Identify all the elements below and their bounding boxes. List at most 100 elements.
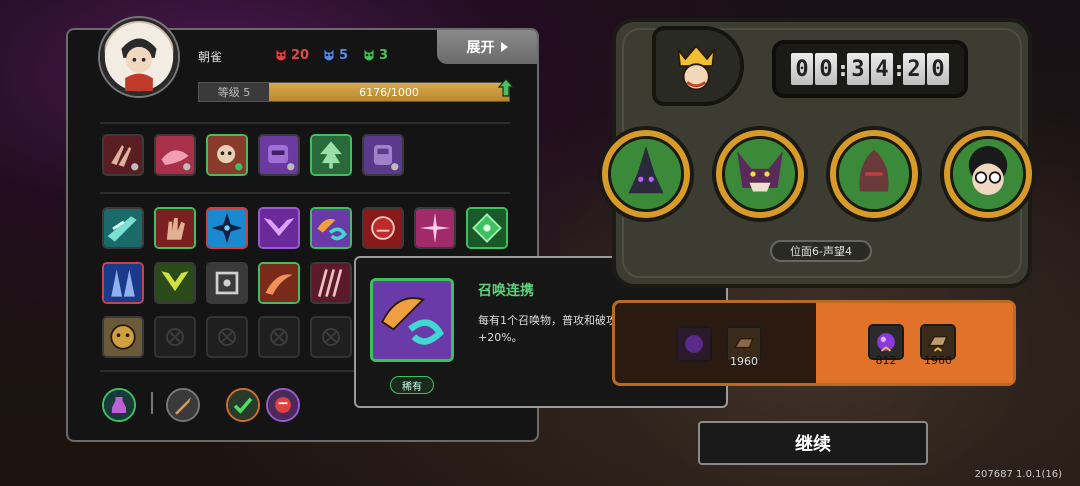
level-up-arrow-icon[interactable] [498, 78, 514, 98]
skill-slot[interactable] [310, 262, 352, 304]
skill-slot[interactable] [258, 207, 300, 249]
level-label: 等级 5 [199, 83, 269, 101]
gray-frame-skill-icon [208, 264, 246, 302]
xp-text: 6176/1000 [359, 85, 419, 99]
red-hand-skill-icon [156, 209, 194, 247]
golden-beast-skill-icon [104, 318, 142, 356]
skill-slot[interactable] [362, 207, 404, 249]
green-check-icon [228, 390, 258, 420]
skill-slot[interactable] [102, 207, 144, 249]
red-stripes-skill-icon [312, 264, 350, 302]
skill-slot[interactable] [414, 207, 456, 249]
red-maw-skill-icon [364, 209, 402, 247]
red-fist-icon [268, 390, 298, 420]
relic-slot[interactable] [310, 134, 352, 176]
relic-slot[interactable] [362, 134, 404, 176]
location-label: 位面6-声望4 [770, 240, 872, 262]
sword-icon [168, 390, 198, 420]
relic-slot[interactable] [258, 134, 300, 176]
shuriken-skill-icon [208, 209, 246, 247]
rarity-badge: 稀有 [390, 376, 434, 394]
divider [100, 192, 510, 194]
relic-slot[interactable] [206, 134, 248, 176]
skill-slot[interactable] [154, 207, 196, 249]
glasses-kid-icon [953, 139, 1023, 209]
purple-wings-skill-icon [260, 209, 298, 247]
crowned-king-icon [676, 44, 716, 91]
timer-colon: : [839, 57, 847, 81]
green-diamond-skill-icon [468, 209, 506, 247]
relic-slot[interactable] [154, 134, 196, 176]
xp-bar: 等级 5 6176/1000 [198, 82, 510, 102]
reward-item [676, 326, 712, 362]
team-member-portrait[interactable] [826, 126, 922, 222]
skill-slot[interactable] [258, 262, 300, 304]
relic-slot[interactable] [102, 134, 144, 176]
horned-demon-icon [725, 139, 795, 209]
currency-red-value: 20 [291, 47, 310, 63]
boss-badge[interactable] [652, 26, 744, 106]
expand-button[interactable]: 展开 [437, 30, 537, 64]
summon-chain-icon [373, 281, 451, 359]
currency-blue-value: 5 [339, 47, 349, 63]
red-mask-icon [275, 46, 287, 62]
expand-label: 展开 [466, 40, 495, 56]
empty-skill-slot[interactable] [154, 316, 196, 358]
currency-red: 20 [274, 46, 309, 64]
skill-slot[interactable] [206, 262, 248, 304]
skill-slot[interactable] [206, 207, 248, 249]
dark-knight-icon [611, 139, 681, 209]
timer-digit: 0 [927, 53, 949, 85]
teal-slash-skill-icon [104, 209, 142, 247]
pink-beast-relic-icon [156, 136, 194, 174]
buff-slot[interactable] [266, 388, 300, 422]
green-tree-relic-icon [312, 136, 350, 174]
currency-green: 3 [362, 46, 388, 64]
potion-icon [104, 390, 134, 420]
character-name: 朝雀 [198, 50, 223, 64]
skill-slot[interactable] [310, 207, 352, 249]
potion-slot[interactable] [102, 388, 136, 422]
tooltip-title: 召唤连携 [478, 283, 534, 299]
play-arrow-icon [500, 42, 508, 52]
pink-burst-skill-icon [416, 209, 454, 247]
reward-value: 812 [875, 354, 897, 367]
reward-panel-selected[interactable] [816, 303, 1013, 383]
timer-digit: 0 [791, 53, 813, 85]
team-member-portrait[interactable] [598, 126, 694, 222]
timer-digit: 0 [815, 53, 837, 85]
purple-backpack-relic-icon [364, 136, 402, 174]
purple-machine-relic-icon [260, 136, 298, 174]
empty-skill-slot[interactable] [206, 316, 248, 358]
weapon-slot[interactable] [166, 388, 200, 422]
green-mask-icon [363, 46, 375, 62]
currency-green-value: 3 [379, 47, 389, 63]
tooltip-skill-icon [370, 278, 454, 362]
avatar[interactable] [100, 18, 178, 96]
timer-digit: 3 [847, 53, 869, 85]
divider [100, 122, 510, 124]
skill-slot[interactable] [102, 316, 144, 358]
team-member-portrait[interactable] [940, 126, 1036, 222]
blue-spikes-skill-icon [104, 264, 142, 302]
purple-orb-icon [678, 328, 710, 360]
skill-slot[interactable] [154, 262, 196, 304]
separator [151, 392, 153, 414]
reward-value: 1960 [924, 354, 952, 367]
timer-digit: 4 [871, 53, 893, 85]
team-member-portrait[interactable] [712, 126, 808, 222]
version-label: 207687 1.0.1(16) [974, 469, 1062, 480]
skill-slot[interactable] [102, 262, 144, 304]
orange-tentacle-skill-icon [260, 264, 298, 302]
summon-chain-skill-icon [312, 209, 350, 247]
buff-slot[interactable] [226, 388, 260, 422]
empty-skill-slot[interactable] [310, 316, 352, 358]
beast-warrior-icon [839, 139, 909, 209]
reward-value: 1960 [730, 355, 758, 368]
claw-relic-icon [104, 136, 142, 174]
skull-relic-icon [208, 136, 246, 174]
timer-digit: 2 [903, 53, 925, 85]
empty-skill-slot[interactable] [258, 316, 300, 358]
skill-slot[interactable] [466, 207, 508, 249]
continue-button[interactable]: 继续 [698, 421, 928, 465]
